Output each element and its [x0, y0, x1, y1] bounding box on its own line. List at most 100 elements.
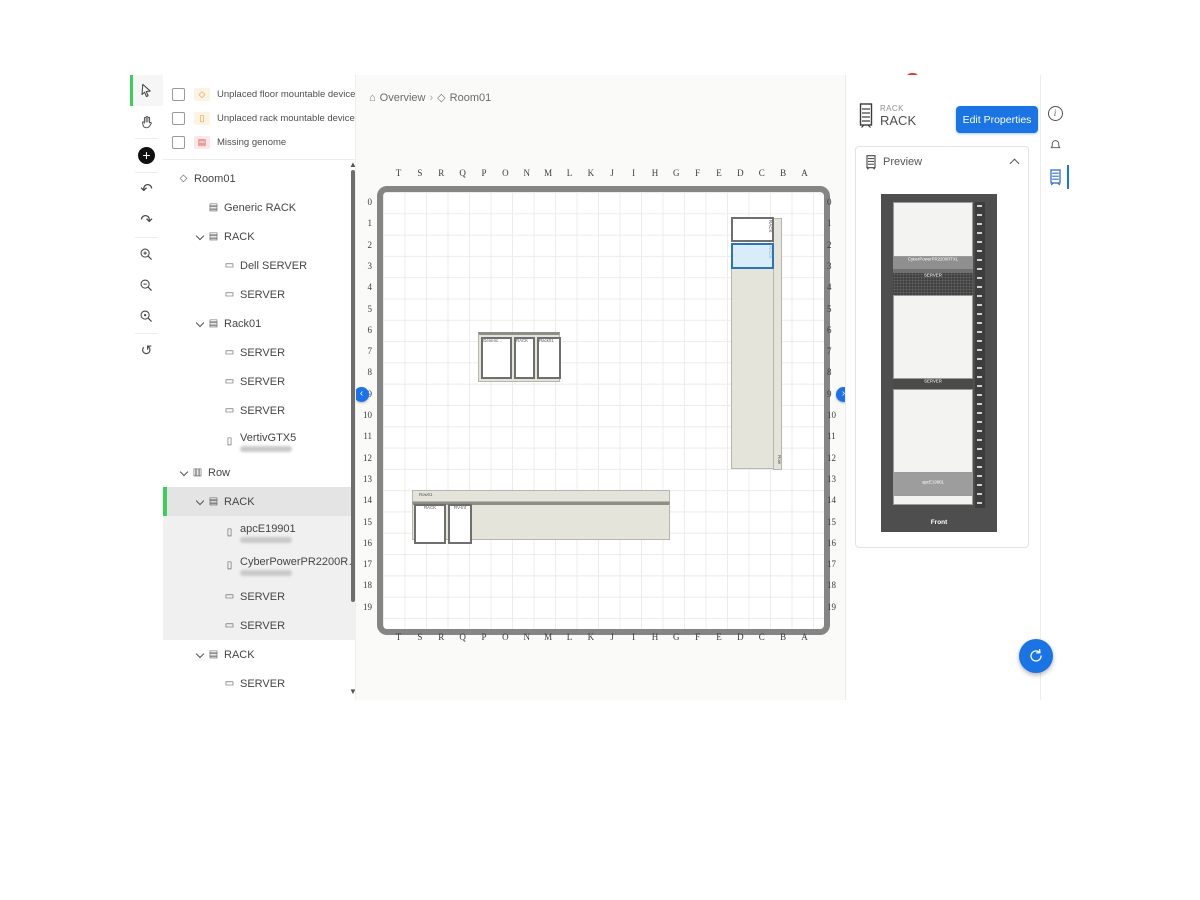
grid-column-label: T — [396, 168, 402, 178]
grid-row-label: 7 — [827, 346, 841, 356]
canvas-rack[interactable]: RACK — [731, 217, 774, 242]
u-tick — [977, 286, 982, 288]
chevron-down-icon[interactable] — [177, 471, 191, 475]
tree-item-label: SERVER — [240, 347, 285, 359]
breadcrumb-overview[interactable]: Overview — [380, 92, 426, 104]
u-tick — [977, 322, 982, 324]
chevron-down-icon[interactable] — [193, 653, 207, 657]
checkbox[interactable] — [172, 112, 185, 125]
grid-row-label: 6 — [827, 325, 841, 335]
rack-tab-active[interactable] — [1041, 161, 1069, 193]
tree-item-apce19901[interactable]: ▯apcE19901 — [163, 516, 355, 549]
info-button[interactable]: i — [1041, 97, 1069, 129]
zoom-fit-button[interactable] — [130, 301, 163, 332]
tree-item-room01[interactable]: ◇Room01 — [163, 164, 355, 193]
pan-left-button[interactable]: ‹ — [355, 387, 369, 402]
filter-row-floor[interactable]: ◇Unplaced floor mountable devices — [163, 82, 355, 106]
history-button[interactable]: ↺ — [130, 335, 163, 366]
u-tick — [977, 304, 982, 306]
tree-item-server[interactable]: ▭SERVER — [163, 280, 355, 309]
grid-row-label: 10 — [358, 410, 372, 420]
zoom-out-button[interactable] — [130, 270, 163, 301]
preview-device-cyberpowerpr2200rtxl: CyberPowerPR2200RTXL — [893, 257, 973, 269]
u-tick — [977, 268, 982, 270]
tree-item-generic-rack[interactable]: ▤Generic RACK — [163, 193, 355, 222]
canvas-rack[interactable]: Generic… — [481, 337, 512, 379]
tree-item-server[interactable]: ▭SERVER — [163, 582, 355, 611]
tree-item-server[interactable]: ▭SERVER — [163, 338, 355, 367]
u-tick — [977, 475, 982, 477]
canvas-rack[interactable]: RACK — [514, 337, 535, 379]
floating-action-button[interactable] — [1019, 639, 1053, 673]
grid-row-label: 15 — [358, 517, 372, 527]
grid-column-label: N — [523, 632, 530, 642]
tree-item-label: Dell SERVER — [240, 260, 307, 272]
checkbox[interactable] — [172, 88, 185, 101]
row-empty-area[interactable] — [731, 269, 774, 469]
row01-label-strip[interactable]: Row01 — [412, 490, 670, 502]
tree-label-wrap: SERVER — [240, 376, 285, 388]
rack-front-label: Front — [881, 519, 997, 526]
row-label: Row — [777, 455, 782, 464]
tree-label-wrap: Dell SERVER — [240, 260, 307, 272]
chevron-down-icon[interactable] — [193, 235, 207, 239]
icon-ups: ▯ — [223, 436, 236, 447]
grid-column-label: P — [481, 632, 486, 642]
tree-item-vertivgtx5[interactable]: ▯VertivGTX5 — [163, 425, 355, 458]
icon-ups: ▯ — [223, 560, 236, 571]
add-tool-button[interactable]: + — [130, 140, 163, 171]
rack-label: Rack01 — [539, 339, 554, 344]
tree-item-row01[interactable]: ▥Row01 — [163, 698, 355, 700]
tree-item-dell-server[interactable]: ▭Dell SERVER — [163, 251, 355, 280]
home-icon: ⌂ — [369, 92, 376, 104]
u-tick — [977, 493, 982, 495]
chevron-down-icon[interactable] — [193, 322, 207, 326]
grid-row-label: 5 — [827, 304, 841, 314]
redo-button[interactable]: ↷ — [130, 205, 163, 236]
canvas-rack-selected[interactable]: RACK — [731, 243, 774, 269]
zoom-in-button[interactable] — [130, 239, 163, 270]
grid-column-label: L — [567, 168, 573, 178]
floorplan-canvas[interactable]: ⌂ Overview › ◇ Room01 TTSSRRQQPPOONNMMLL… — [355, 75, 846, 700]
u-tick — [977, 367, 982, 369]
tree-item-rack[interactable]: ▤RACK — [163, 487, 355, 516]
alarms-button[interactable] — [1041, 129, 1069, 161]
tree-item-server[interactable]: ▭SERVER — [163, 396, 355, 425]
tree-item-label: Room01 — [194, 173, 236, 185]
tree-item-server[interactable]: ▭SERVER — [163, 367, 355, 396]
canvas-rack[interactable]: RV-Inf — [448, 504, 472, 544]
tree-item-server[interactable]: ▭SERVER — [163, 669, 355, 698]
tree-item-cyberpowerpr2200r[interactable]: ▯ CyberPowerPR2200R… — [163, 549, 355, 582]
tree-item-row[interactable]: ▥Row — [163, 458, 355, 487]
grid-column-label: N — [523, 168, 530, 178]
undo-button[interactable]: ↶ — [130, 174, 163, 205]
tree-item-rack01[interactable]: ▤Rack01 — [163, 309, 355, 338]
preview-card-header[interactable]: Preview — [856, 147, 1028, 177]
pan-tool-button[interactable] — [130, 106, 163, 137]
genome-icon: ▤ — [194, 136, 210, 149]
canvas-rack[interactable]: Rack01 — [537, 337, 561, 379]
u-tick — [977, 466, 982, 468]
select-tool-button[interactable] — [130, 75, 163, 106]
grid-row-label: 16 — [827, 538, 841, 548]
preview-title: Preview — [883, 156, 1004, 168]
tree-item-rack[interactable]: ▤RACK — [163, 222, 355, 251]
panel-divider — [163, 159, 355, 160]
filter-row-genome[interactable]: ▤Missing genome — [163, 130, 355, 154]
rack-cluster[interactable]: Generic… RACK Rack01 — [478, 332, 560, 382]
grid-row-label: 19 — [358, 602, 372, 612]
chevron-down-icon[interactable] — [193, 500, 207, 504]
tree-item-label: CyberPowerPR2200R… — [240, 556, 355, 568]
toolbar-divider — [135, 333, 158, 334]
collapse-icon[interactable] — [1010, 159, 1020, 169]
rack-icon — [1050, 169, 1061, 186]
tree-item-server[interactable]: ▭SERVER — [163, 611, 355, 640]
canvas-rack[interactable]: RACK — [414, 504, 446, 544]
grid-column-label: A — [801, 632, 808, 642]
u-tick — [977, 331, 982, 333]
edit-properties-button[interactable]: Edit Properties — [956, 106, 1038, 133]
tree-item-rack[interactable]: ▤RACK — [163, 640, 355, 669]
checkbox[interactable] — [172, 136, 185, 149]
row-container-vertical[interactable]: Row — [773, 218, 782, 470]
filter-row-rackm[interactable]: ▯Unplaced rack mountable devices — [163, 106, 355, 130]
